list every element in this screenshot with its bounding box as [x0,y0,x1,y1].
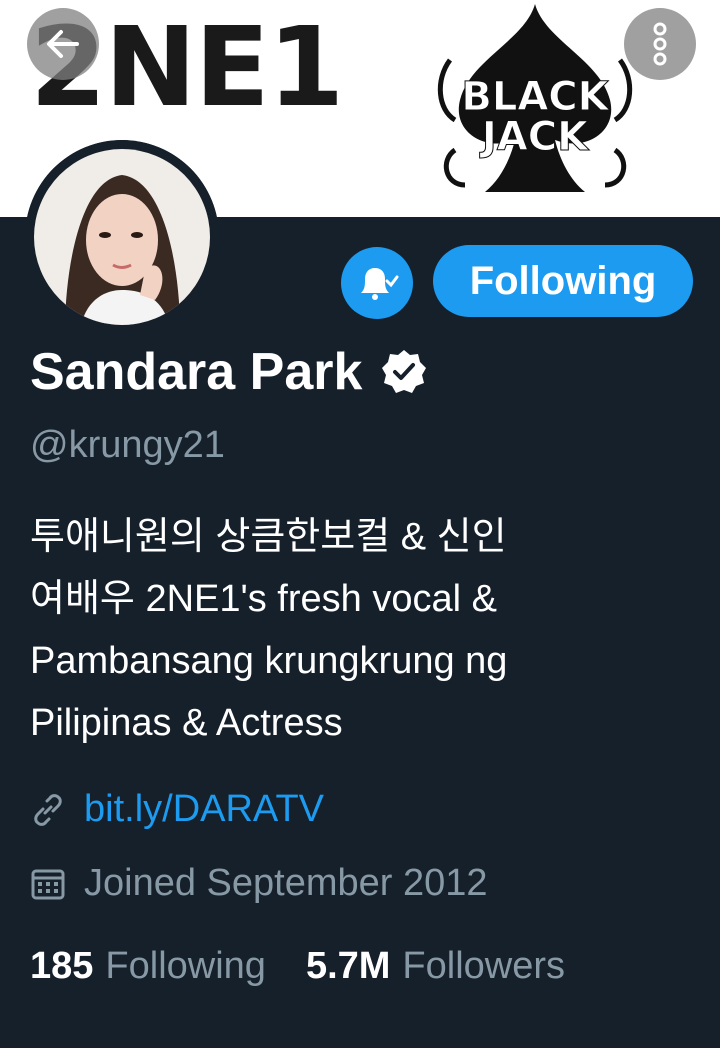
more-options-button[interactable] [624,8,696,80]
back-arrow-icon [47,30,79,58]
profile-name: Sandara Park [30,343,363,401]
followers-label: Followers [402,945,566,987]
profile-stats: 185 Following 5.7M Followers [30,945,565,988]
verified-badge-icon [382,350,427,393]
bell-check-icon [361,268,399,300]
bio-line: 여배우 2NE1's fresh vocal & [30,578,497,620]
bio-line: Pambansang krungkrung ng [30,640,508,682]
notifications-button[interactable] [341,247,413,319]
link-icon [34,793,62,826]
following-stat[interactable]: 185 Following [30,945,266,988]
back-button[interactable] [27,8,99,80]
joined-row: Joined September 2012 [30,862,488,905]
avatar[interactable] [25,140,219,334]
calendar-icon [31,869,65,899]
bio-line: Pilipinas & Actress [30,702,343,744]
profile-link[interactable]: bit.ly/DARATV [84,788,324,831]
followers-stat[interactable]: 5.7M Followers [306,945,565,988]
profile-handle: @krungy21 [30,424,225,466]
followers-count: 5.7M [305,945,391,987]
following-count: 185 [30,945,94,987]
following-button[interactable]: Following [433,245,693,317]
blackjack-logo: BLACK JACK [437,4,633,192]
profile-link-row: bit.ly/DARATV [30,788,324,831]
bio-line: 투애니원의 상큼한보컬 & 신인 [30,516,507,558]
following-label: Following [105,945,266,987]
joined-date: Joined September 2012 [84,862,488,904]
more-vertical-icon [653,22,667,66]
profile-bio: 투애니원의 상큼한보컬 & 신인 여배우 2NE1's fresh vocal … [30,506,700,754]
logo-line2: JACK [479,114,590,160]
